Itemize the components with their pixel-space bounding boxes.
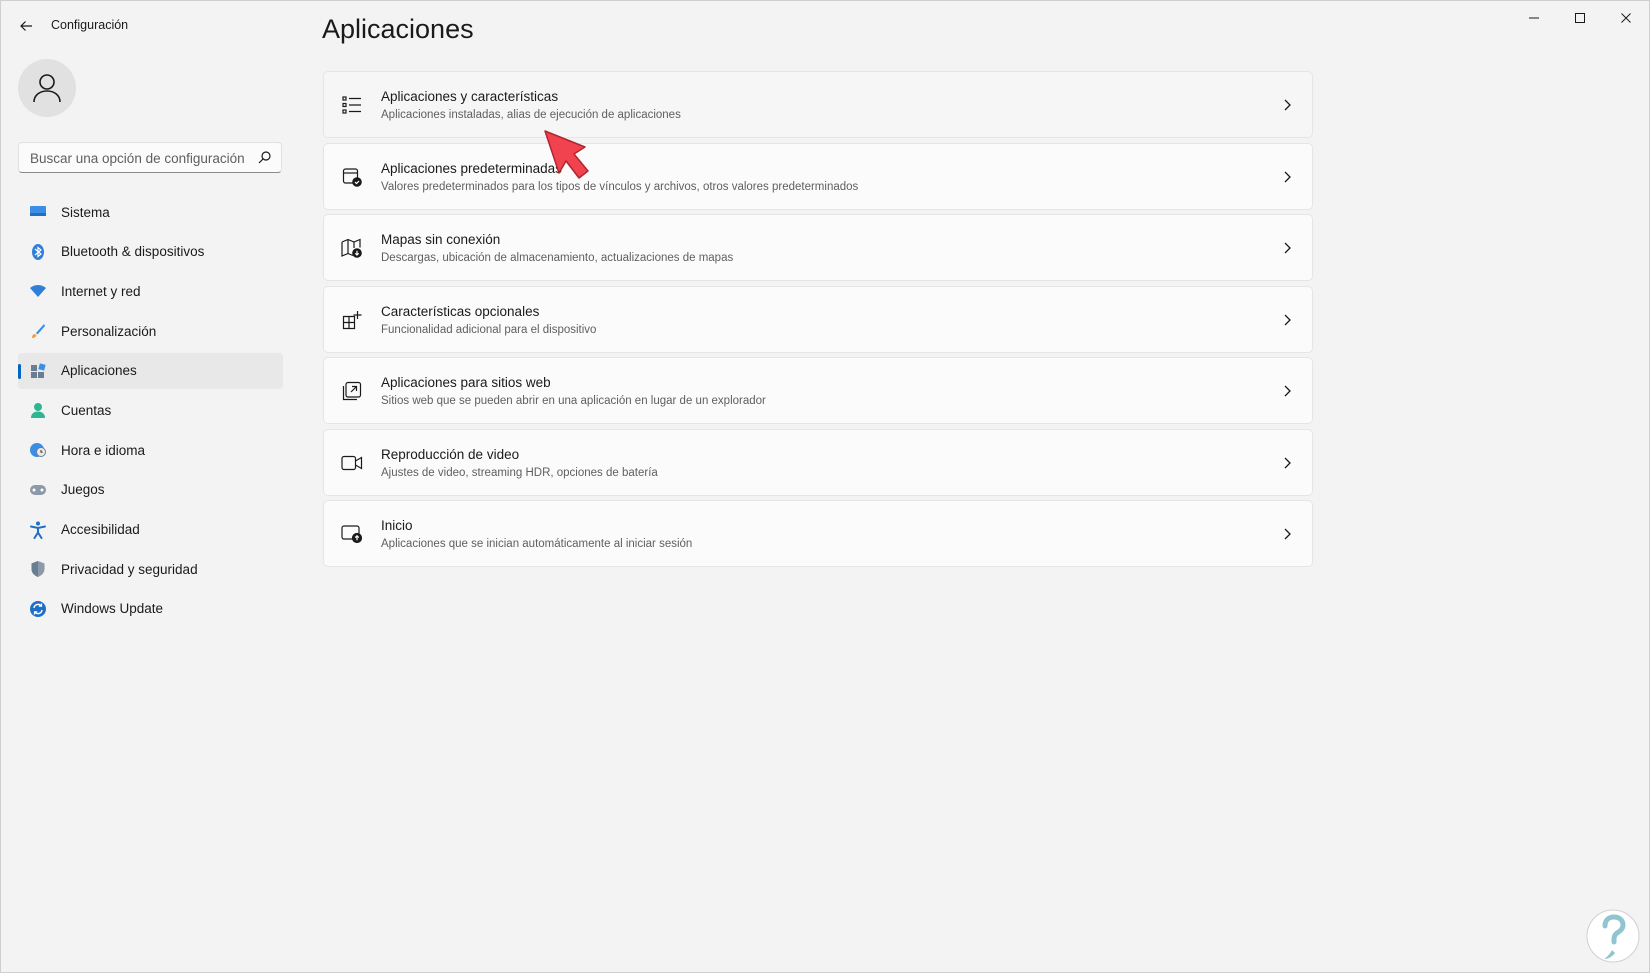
settings-card-list: Aplicaciones y características Aplicacio… <box>323 71 1313 572</box>
sidebar-item-label: Cuentas <box>61 402 112 418</box>
sidebar-item-label: Bluetooth & dispositivos <box>61 244 205 260</box>
update-icon <box>28 599 48 619</box>
optional-features-icon <box>341 309 363 331</box>
card-description: Aplicaciones que se inician automáticame… <box>381 538 693 550</box>
card-title: Mapas sin conexión <box>381 232 501 247</box>
card-reproduccion-video[interactable]: Reproducción de video Ajustes de video, … <box>323 428 1313 496</box>
card-description: Funcionalidad adicional para el disposit… <box>381 323 597 336</box>
sidebar-item-sistema[interactable]: Sistema <box>18 194 283 230</box>
person-icon <box>28 400 48 420</box>
card-description: Valores predeterminados para los tipos d… <box>381 180 859 193</box>
card-title: Aplicaciones y características <box>381 89 559 104</box>
sidebar-nav: Sistema Bluetooth & dispositivos Interne… <box>18 194 283 631</box>
sidebar-item-windows-update[interactable]: Windows Update <box>18 591 283 627</box>
brush-icon <box>28 321 48 341</box>
card-title: Características opcionales <box>381 303 540 319</box>
chevron-right-icon <box>1284 99 1291 111</box>
app-title: Configuración <box>51 18 129 32</box>
shield-icon <box>28 559 48 579</box>
card-description: Aplicaciones instaladas, alias de ejecuc… <box>381 109 681 121</box>
settings-window: Configuración Buscar una opción de confi… <box>0 0 1650 973</box>
sidebar-item-aplicaciones[interactable]: Aplicaciones <box>18 352 283 389</box>
sidebar-item-privacidad[interactable]: Privacidad y seguridad <box>18 551 283 587</box>
window-controls <box>1511 1 1649 35</box>
close-icon <box>1621 13 1631 23</box>
sidebar-item-label: Internet y red <box>61 283 141 299</box>
card-description: Sitios web que se pueden abrir en una ap… <box>381 395 766 407</box>
sidebar-item-hora-idioma[interactable]: Hora e idioma <box>18 432 283 468</box>
open-in-app-icon <box>341 380 363 402</box>
chevron-right-icon <box>1284 314 1291 325</box>
card-inicio[interactable]: Inicio Aplicaciones que se inician autom… <box>323 500 1313 567</box>
title-bar: Configuración <box>1 1 1649 51</box>
globe-clock-icon <box>28 440 48 460</box>
sidebar-item-label: Accesibilidad <box>61 522 140 537</box>
sidebar-item-cuentas[interactable]: Cuentas <box>18 392 283 428</box>
sidebar-item-label: Juegos <box>61 482 105 498</box>
close-button[interactable] <box>1603 1 1649 35</box>
gamepad-icon <box>28 480 48 500</box>
video-icon <box>341 452 363 474</box>
minimize-button[interactable] <box>1511 1 1557 35</box>
annotation-arrow-icon <box>544 130 589 179</box>
avatar[interactable] <box>18 59 76 117</box>
bluetooth-icon <box>28 242 48 262</box>
sidebar-item-juegos[interactable]: Juegos <box>18 472 283 508</box>
card-caracteristicas-opcionales[interactable]: Características opcionales Funcionalidad… <box>323 285 1313 353</box>
sidebar-item-label: Privacidad y seguridad <box>61 561 198 577</box>
watermark-logo-icon <box>1586 909 1640 963</box>
page-title: Aplicaciones <box>322 14 474 44</box>
minimize-icon <box>1529 17 1539 19</box>
apps-icon <box>28 361 48 381</box>
list-icon <box>341 94 363 116</box>
wifi-icon <box>28 281 48 301</box>
back-button[interactable] <box>15 15 37 37</box>
chevron-right-icon <box>1284 171 1291 182</box>
sidebar-item-label: Personalización <box>61 323 157 339</box>
card-title: Reproducción de video <box>381 446 520 462</box>
accessibility-icon <box>28 520 48 540</box>
default-apps-icon <box>341 166 363 188</box>
card-aplicaciones-sitios-web[interactable]: Aplicaciones para sitios web Sitios web … <box>323 357 1313 424</box>
sidebar-item-internet[interactable]: Internet y red <box>18 273 283 309</box>
sidebar-item-label: Hora e idioma <box>61 442 146 458</box>
search-input[interactable] <box>28 143 252 174</box>
card-title: Aplicaciones predeterminadas <box>381 160 562 176</box>
sidebar-item-accesibilidad[interactable]: Accesibilidad <box>18 512 283 548</box>
card-description: Descargas, ubicación de almacenamiento, … <box>381 252 734 264</box>
user-icon <box>33 74 61 103</box>
card-description: Ajustes de video, streaming HDR, opcione… <box>381 466 658 479</box>
chevron-right-icon <box>1284 242 1291 254</box>
card-title: Aplicaciones para sitios web <box>381 375 551 390</box>
chevron-right-icon <box>1284 457 1291 468</box>
sidebar-item-personalizacion[interactable]: Personalización <box>18 313 283 349</box>
monitor-icon <box>28 202 48 222</box>
chevron-right-icon <box>1284 528 1291 540</box>
card-title: Inicio <box>381 518 413 533</box>
maximize-button[interactable] <box>1557 1 1603 35</box>
chevron-right-icon <box>1284 385 1291 397</box>
map-download-icon <box>341 237 363 259</box>
startup-icon <box>341 523 363 545</box>
maximize-icon <box>1575 13 1585 23</box>
card-aplicaciones-caracteristicas[interactable]: Aplicaciones y características Aplicacio… <box>323 71 1313 138</box>
card-mapas-sin-conexion[interactable]: Mapas sin conexión Descargas, ubicación … <box>323 214 1313 281</box>
search-icon[interactable] <box>258 151 271 164</box>
settings-search <box>18 142 282 174</box>
back-arrow-icon <box>20 21 32 31</box>
card-aplicaciones-predeterminadas[interactable]: Aplicaciones predeterminadas Valores pre… <box>323 142 1313 210</box>
sidebar-item-label: Aplicaciones <box>61 363 137 379</box>
sidebar-item-bluetooth[interactable]: Bluetooth & dispositivos <box>18 234 283 270</box>
sidebar-item-label: Windows Update <box>61 601 164 617</box>
sidebar-item-label: Sistema <box>61 204 110 220</box>
